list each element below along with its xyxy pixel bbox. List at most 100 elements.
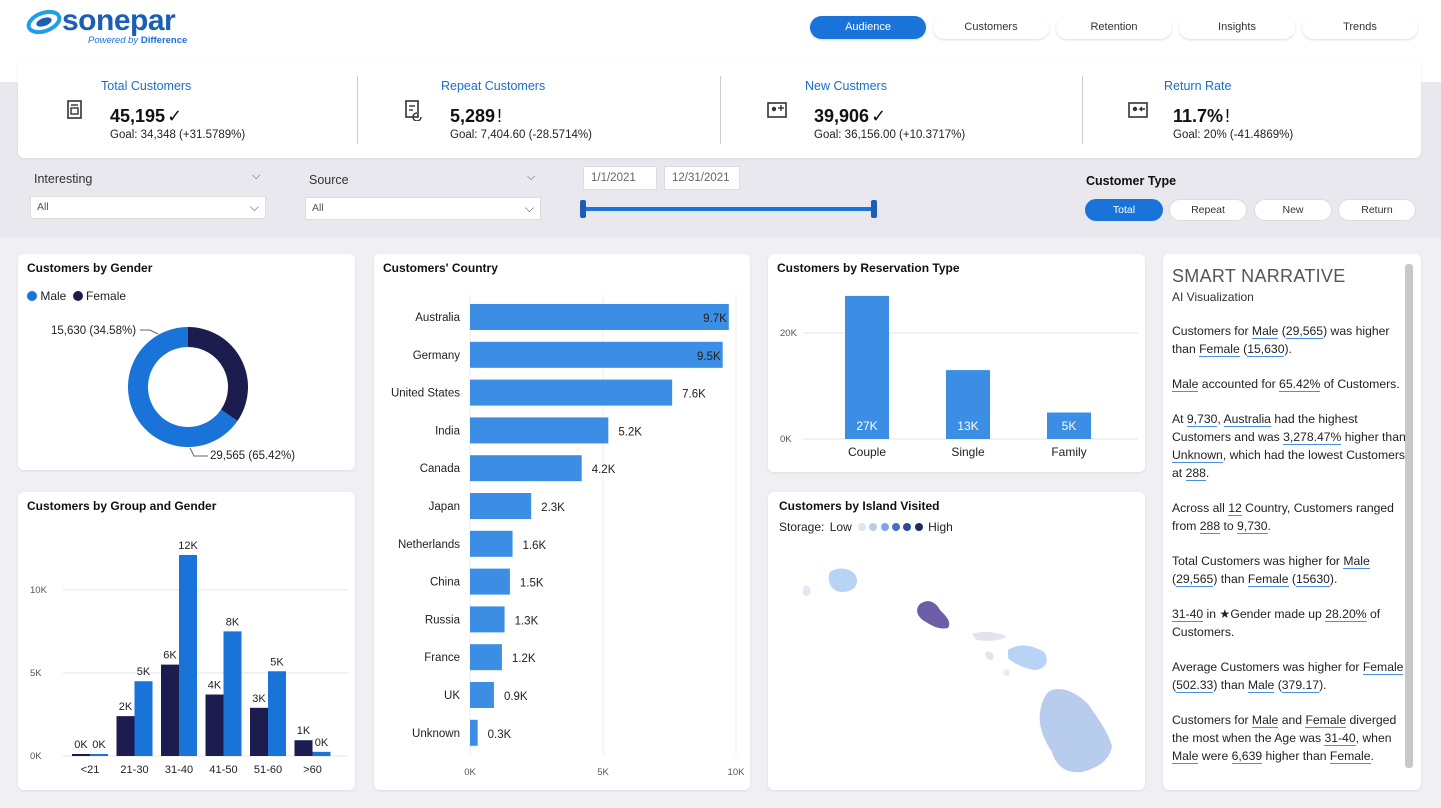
y-tick-label: Japan xyxy=(429,501,460,513)
bar-female[interactable] xyxy=(294,740,313,756)
legend-low: Low xyxy=(829,520,852,534)
nav-tab-insights[interactable]: Insights xyxy=(1179,16,1295,39)
legend-dot xyxy=(869,523,878,531)
date-end-input[interactable]: 12/31/2021 xyxy=(664,166,740,190)
data-label: 5.2K xyxy=(618,426,642,438)
bar-male[interactable] xyxy=(223,631,242,756)
kpi-value: 39,906 ✓ xyxy=(814,106,887,126)
bar-female[interactable] xyxy=(205,694,224,756)
bar-country[interactable] xyxy=(470,606,505,633)
narrative-scrollbar[interactable] xyxy=(1405,264,1413,768)
kpi-goal: Goal: 20% (-41.4869%) xyxy=(1173,129,1294,141)
y-tick-label: Germany xyxy=(413,350,461,362)
x-tick-label: 10K xyxy=(728,767,746,778)
legend-prefix: Storage: xyxy=(779,520,825,534)
date-start-input[interactable]: 1/1/2021 xyxy=(583,166,657,190)
bar-country[interactable] xyxy=(470,568,510,595)
bar-country[interactable] xyxy=(470,455,582,482)
id-card-add-icon xyxy=(766,99,788,121)
data-label: 13K xyxy=(957,419,978,433)
nav-tab-trends[interactable]: Trends xyxy=(1302,16,1418,39)
x-tick-label: >60 xyxy=(303,764,322,776)
data-label: 1.5K xyxy=(520,578,544,590)
customer-type-return-button[interactable]: Return xyxy=(1338,199,1416,221)
bar-country[interactable] xyxy=(470,379,673,406)
lanai-island[interactable] xyxy=(985,651,994,660)
y-tick-label: UK xyxy=(444,690,460,702)
bar-male[interactable] xyxy=(312,751,331,756)
date-slider-start-handle[interactable] xyxy=(580,200,586,218)
kpi-value: 5,289! xyxy=(450,106,503,126)
bar-male[interactable] xyxy=(268,671,286,756)
interesting-select[interactable]: All ⌵ xyxy=(30,196,266,219)
chevron-down-icon[interactable]: ⌵ xyxy=(527,171,535,184)
bar-country[interactable] xyxy=(470,644,502,671)
kahoolawe-island[interactable] xyxy=(1003,669,1010,676)
x-tick-label: <21 xyxy=(81,764,100,776)
date-slider-end-handle[interactable] xyxy=(871,200,877,218)
oahu-island[interactable] xyxy=(917,601,950,629)
bar-country[interactable] xyxy=(470,530,513,557)
data-label: 1K xyxy=(297,725,311,737)
bar-country[interactable] xyxy=(470,341,723,368)
data-label: 0K xyxy=(315,737,329,749)
molokai-island[interactable] xyxy=(972,631,1006,641)
leader-line xyxy=(140,329,159,335)
customer-type-new-button[interactable]: New xyxy=(1254,199,1332,221)
bar-male[interactable] xyxy=(90,754,108,756)
bar-country[interactable] xyxy=(470,417,609,444)
bar-country[interactable] xyxy=(470,304,729,330)
data-label: 4.2K xyxy=(592,464,616,476)
bar-country[interactable] xyxy=(470,493,532,519)
donut-slice-female[interactable] xyxy=(188,327,249,421)
data-label: 0K xyxy=(92,739,106,751)
y-tick-label: India xyxy=(435,425,461,437)
kpi-goal: Goal: 36,156.00 (+10.3717%) xyxy=(814,129,966,141)
kauai-island[interactable] xyxy=(828,568,858,592)
nav-tab-customers[interactable]: Customers xyxy=(933,16,1049,39)
bar-female[interactable] xyxy=(250,707,268,756)
bar-country[interactable] xyxy=(470,682,494,708)
island-legend: Storage: Low High xyxy=(779,520,953,534)
chevron-down-icon[interactable]: ⌵ xyxy=(252,170,260,183)
legend-dot xyxy=(892,523,901,531)
data-label: 5K xyxy=(1062,419,1077,433)
group-chart-title: Customers by Group and Gender xyxy=(27,499,217,513)
y-tick-label: Unknown xyxy=(412,728,460,740)
customer-type-repeat-button[interactable]: Repeat xyxy=(1169,199,1247,221)
source-select[interactable]: All ⌵ xyxy=(305,197,541,220)
bar-male[interactable] xyxy=(179,554,197,756)
donut-label-female: 15,630 (34.58%) xyxy=(51,325,137,337)
bar-female[interactable] xyxy=(116,716,135,756)
narrative-subtitle: AI Visualization xyxy=(1172,290,1254,304)
check-icon: ✓ xyxy=(871,106,887,126)
maui-island[interactable] xyxy=(1008,645,1047,670)
y-tick-label: 10K xyxy=(30,585,48,596)
narrative-title: SMART NARRATIVE xyxy=(1172,266,1346,286)
bar-female[interactable] xyxy=(161,664,179,756)
data-label: 9.7K xyxy=(703,313,727,325)
customer-type-total-button[interactable]: Total xyxy=(1085,199,1163,221)
id-card-return-icon xyxy=(1127,99,1149,121)
bar-country[interactable] xyxy=(470,719,478,746)
source-filter-label: Source xyxy=(309,173,349,187)
data-label: 1.3K xyxy=(515,615,539,627)
y-tick-label: Netherlands xyxy=(398,539,460,551)
bar-reservation[interactable] xyxy=(845,295,889,439)
date-slider-track[interactable] xyxy=(582,207,876,211)
hawaii-big-island[interactable] xyxy=(1039,688,1112,773)
narrative-paragraph: Male accounted for 65.42% of Customers. xyxy=(1172,377,1400,392)
y-tick-label: Canada xyxy=(420,463,461,475)
bar-female[interactable] xyxy=(72,754,90,756)
data-label: 27K xyxy=(856,419,877,433)
gender-chart-title: Customers by Gender xyxy=(27,261,153,275)
narrative-body: Customers for Male (29,565) was higher t… xyxy=(1172,322,1406,782)
data-label: 4K xyxy=(208,680,222,692)
kpi-title: New Custmers xyxy=(805,79,887,93)
bar-male[interactable] xyxy=(134,681,153,756)
niihau-island[interactable] xyxy=(802,585,811,597)
nav-tab-audience[interactable]: Audience xyxy=(810,16,926,39)
nav-tab-retention[interactable]: Retention xyxy=(1056,16,1172,39)
hawaii-islands-map xyxy=(802,568,1112,773)
y-tick-label: France xyxy=(424,652,460,664)
